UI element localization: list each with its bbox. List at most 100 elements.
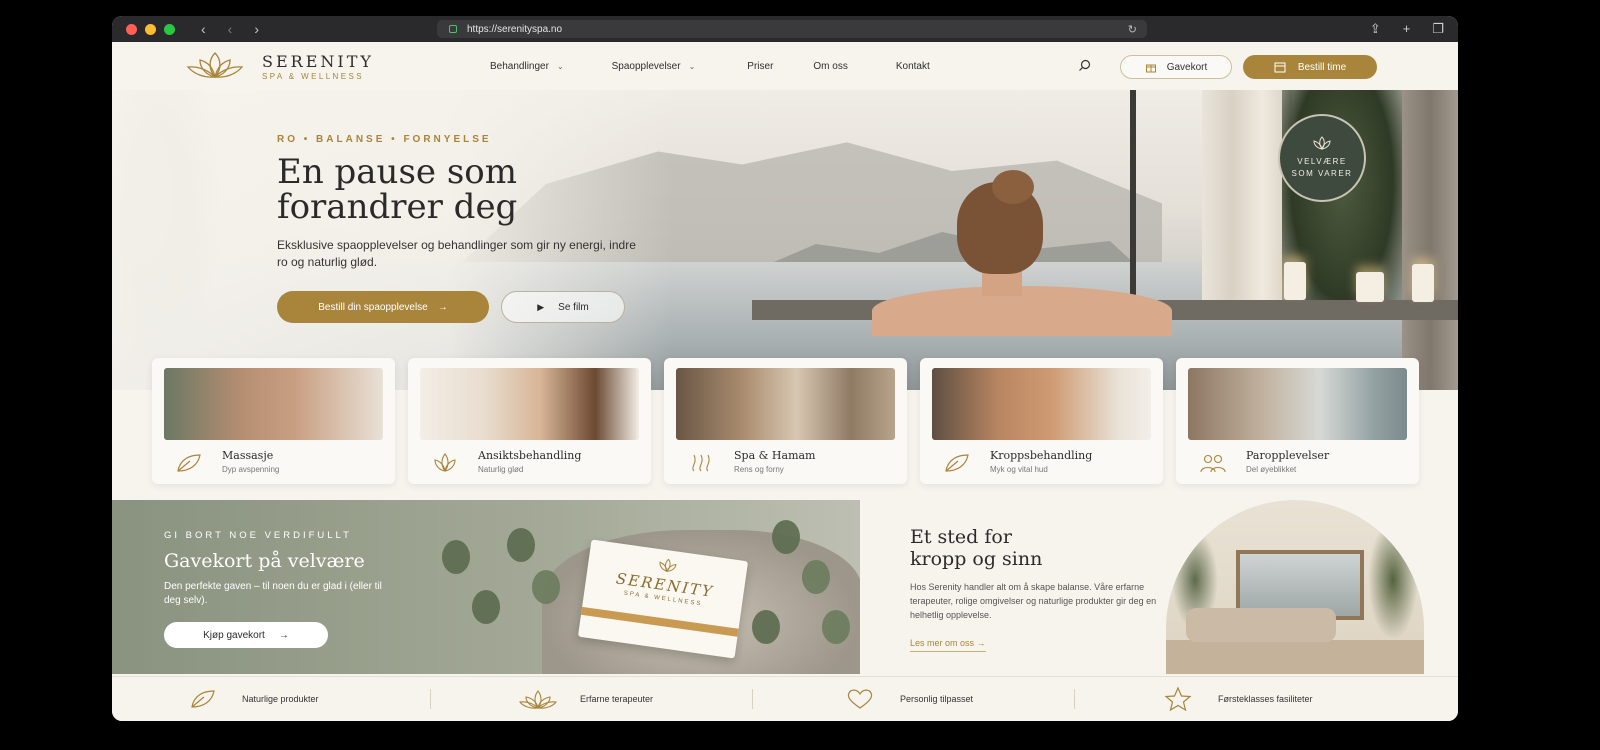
forward-icon[interactable]: ›	[254, 21, 259, 37]
zoom-window-button[interactable]	[164, 23, 175, 35]
card-subtitle: Myk og vital hud	[990, 465, 1048, 474]
new-tab-icon[interactable]: +	[1403, 21, 1411, 37]
back-icon[interactable]: ‹	[228, 21, 233, 37]
reload-icon[interactable]: ↻	[1128, 23, 1137, 36]
eucalyptus-leaf	[802, 560, 830, 594]
lotus-icon	[519, 690, 557, 709]
watch-film-button[interactable]: ▶ Se film	[501, 291, 625, 323]
book-spa-button[interactable]: Bestill din spaopplevelse →	[277, 291, 489, 323]
badge-line-2: SOM VARER	[1291, 169, 1353, 178]
feature-label: Erfarne terapeuter	[580, 694, 654, 704]
menu-item-spaopplevelser[interactable]: Spaopplevelser ⌄	[612, 61, 696, 72]
service-card-kroppsbehandling[interactable]: Kroppsbehandling Myk og vital hud	[920, 358, 1163, 484]
menu-item-priser[interactable]: Priser	[747, 61, 773, 72]
card-title: Ansiktsbehandling	[478, 449, 582, 462]
gift-card-label: Gavekort	[1166, 61, 1208, 73]
hero-title-line-1: En pause som	[277, 152, 517, 192]
book-spa-label: Bestill din spaopplevelse	[318, 301, 428, 313]
menu-item-om-oss[interactable]: Om oss	[813, 61, 847, 72]
about-body: Hos Serenity handler alt om å skape bala…	[910, 582, 1157, 620]
eucalyptus-leaf	[752, 610, 780, 644]
feature-divider	[430, 689, 431, 709]
leaf-icon	[177, 454, 201, 472]
about-section: Et sted for kropp og sinn Hos Serenity h…	[910, 526, 1160, 652]
site-header: SERENITY SPA & WELLNESS Behandlinger ⌄ S…	[112, 42, 1458, 90]
brand-tagline: SPA & WELLNESS	[262, 71, 364, 81]
eucalyptus-leaf	[822, 610, 850, 644]
read-more-link[interactable]: Les mer om oss →	[910, 638, 986, 652]
menu-item-label: Priser	[747, 61, 774, 72]
menu-item-label: Spaopplevelser	[611, 61, 681, 72]
about-title-line-1: Et sted for	[910, 526, 1012, 548]
steam-icon	[692, 454, 710, 472]
hero-woman-image	[832, 170, 1172, 342]
brand-logo[interactable]: SERENITY SPA & WELLNESS	[184, 51, 374, 81]
leaf-icon	[945, 454, 969, 472]
close-window-button[interactable]	[126, 23, 137, 35]
service-card-massasje[interactable]: Massasje Dyp avspenning	[152, 358, 395, 484]
address-bar[interactable]: https://serenityspa.no ↻	[437, 20, 1147, 38]
tabs-overview-icon[interactable]: ❐	[1432, 21, 1444, 37]
calendar-icon	[1274, 62, 1286, 73]
lotus-icon	[1313, 136, 1331, 150]
features-strip: Naturlige produkter Erfarne terapeuter P…	[112, 676, 1458, 721]
browser-window: ‹ ‹ › https://serenityspa.no ↻ ⇪ + ❐ SER…	[112, 16, 1458, 721]
hero-section: VELVÆRE SOM VARER RO • BALANSE • FORNYEL…	[112, 90, 1458, 390]
card-subtitle: Naturlig glød	[478, 465, 524, 474]
facial-image	[420, 368, 639, 440]
service-card-paropplevelser[interactable]: Paropplevelser Del øyeblikket	[1176, 358, 1419, 484]
card-subtitle: Rens og forny	[734, 465, 784, 474]
feature-label: Førsteklasses fasiliteter	[1218, 694, 1313, 704]
card-title: Kroppsbehandling	[990, 449, 1093, 462]
card-subtitle: Del øyeblikket	[1246, 465, 1297, 474]
arrow-right-icon: →	[278, 629, 289, 641]
hero-subtitle: Eksklusive spaopplevelser og behandlinge…	[277, 238, 636, 269]
gift-title: Gavekort på velvære	[164, 550, 365, 572]
chevron-down-icon: ⌄	[556, 62, 564, 71]
buy-gift-card-button[interactable]: Kjøp gavekort →	[164, 622, 328, 648]
service-card-spa-hamam[interactable]: Spa & Hamam Rens og forny	[664, 358, 907, 484]
gift-card-button[interactable]: Gavekort	[1120, 55, 1232, 79]
badge-line-1: VELVÆRE	[1297, 157, 1347, 166]
lotus-logo-icon	[186, 52, 244, 78]
about-title-line-2: kropp og sinn	[910, 548, 1043, 570]
share-icon[interactable]: ⇪	[1370, 21, 1381, 37]
feature-natural-products: Naturlige produkter	[188, 677, 319, 722]
eucalyptus-leaf	[442, 540, 470, 574]
star-icon	[1164, 686, 1192, 712]
eucalyptus-leaf	[772, 520, 800, 554]
main-menu: Behandlinger ⌄ Spaopplevelser ⌄ Priser O…	[490, 61, 978, 72]
service-cards: Massasje Dyp avspenning Ansiktsbehandlin…	[152, 358, 1419, 484]
menu-item-kontakt[interactable]: Kontakt	[896, 61, 930, 72]
read-more-label: Les mer om oss	[910, 638, 975, 648]
wellness-badge: VELVÆRE SOM VARER	[1278, 114, 1366, 202]
browser-toolbar: ‹ ‹ › https://serenityspa.no ↻ ⇪ + ❐	[112, 16, 1458, 42]
arrow-right-icon: →	[976, 638, 986, 648]
candle-image	[1284, 262, 1306, 300]
heart-icon	[847, 689, 873, 709]
couple-image	[1188, 368, 1407, 440]
search-icon[interactable]	[1078, 59, 1092, 73]
leaf-icon	[191, 690, 215, 708]
buy-gift-card-label: Kjøp gavekort	[203, 629, 265, 641]
hero-title: En pause som forandrer deg	[277, 155, 637, 225]
card-title: Massasje	[222, 449, 274, 462]
eucalyptus-leaf	[507, 528, 535, 562]
couple-icon	[1200, 454, 1226, 473]
menu-item-label: Kontakt	[895, 61, 930, 72]
sidebar-toggle-icon[interactable]: ‹	[201, 21, 206, 37]
url-text: https://serenityspa.no	[467, 23, 563, 35]
menu-item-behandlinger[interactable]: Behandlinger ⌄	[490, 61, 564, 72]
gift-icon	[1145, 64, 1156, 73]
window-controls	[126, 23, 175, 35]
feature-label: Naturlige produkter	[242, 694, 319, 704]
minimize-window-button[interactable]	[145, 23, 156, 35]
candle-image	[1412, 264, 1434, 302]
hero-title-line-2: forandrer deg	[277, 187, 518, 227]
chevron-down-icon: ⌄	[688, 62, 696, 71]
service-card-ansiktsbehandling[interactable]: Ansiktsbehandling Naturlig glød	[408, 358, 651, 484]
book-appointment-button[interactable]: Bestill time	[1243, 55, 1377, 79]
candle-image	[1356, 272, 1384, 302]
feature-divider	[1074, 689, 1075, 709]
card-title: Spa & Hamam	[734, 449, 816, 462]
